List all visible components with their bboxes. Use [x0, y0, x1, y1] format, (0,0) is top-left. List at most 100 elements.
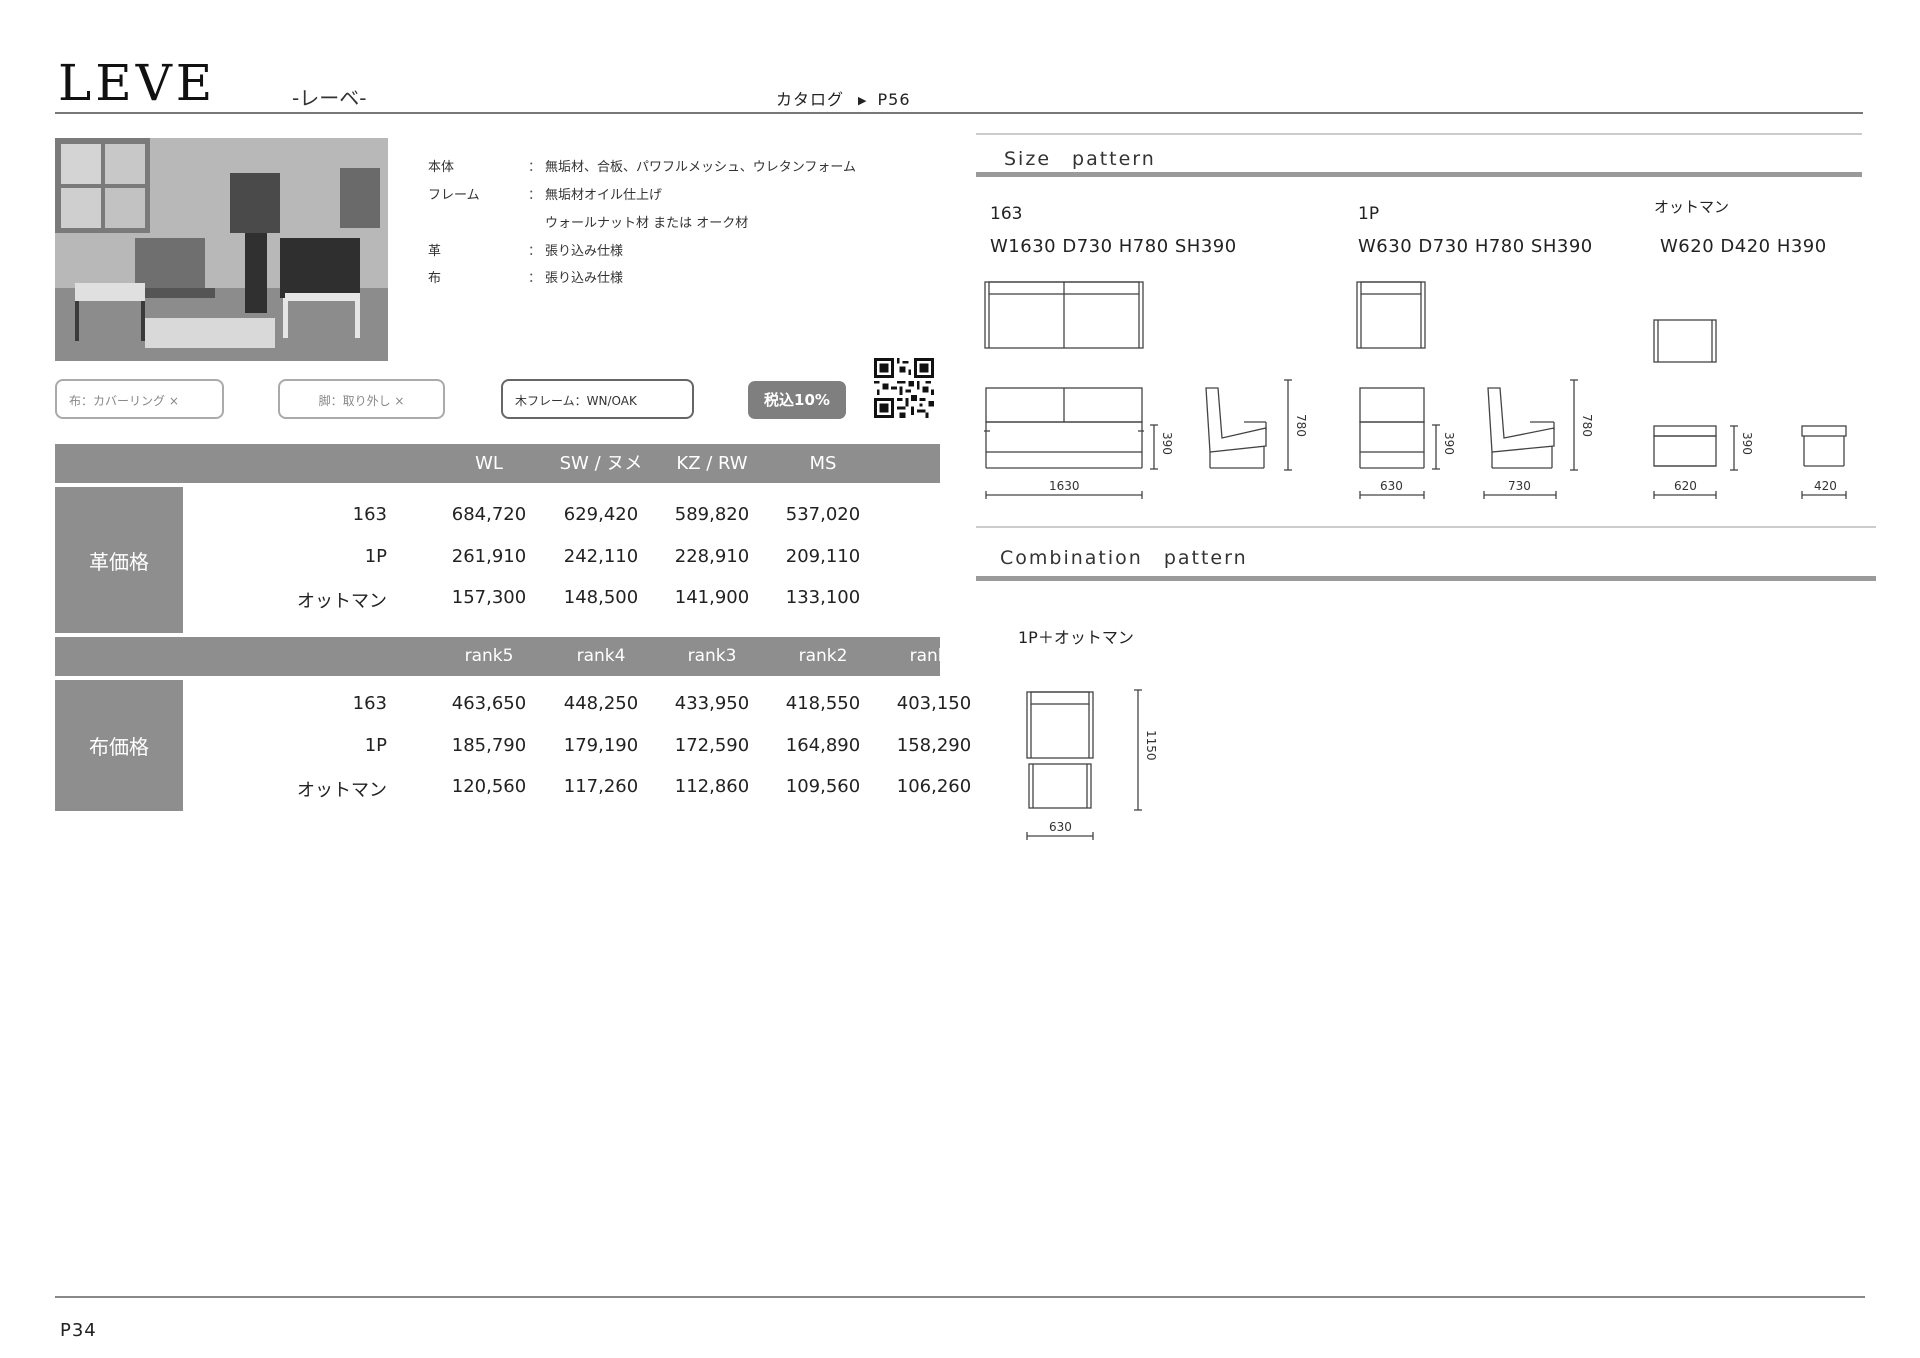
row-name: 1P — [364, 546, 387, 567]
dim-label: 1150 — [1144, 730, 1158, 761]
dim-label: 390 — [1442, 432, 1456, 455]
size-dims-ottoman: W620 D420 H390 — [1660, 236, 1827, 257]
price-cell: 261,910 — [451, 546, 527, 567]
table-row: 163 463,650 448,250 433,950 418,550 403,… — [55, 693, 972, 723]
price-cell: 629,420 — [563, 504, 639, 525]
spec-label-fabric: 布 — [428, 271, 442, 286]
dim-label: 730 — [1508, 479, 1531, 493]
chair-1p-plan-drawing — [1356, 281, 1426, 349]
size-name-1p: 1P — [1358, 204, 1380, 224]
tax-badge: 税込10% — [748, 381, 846, 419]
dimension-line — [1730, 425, 1738, 471]
dim-label: 780 — [1580, 414, 1594, 437]
qr-code-icon[interactable] — [874, 358, 934, 418]
price-cell: 120,560 — [451, 776, 527, 797]
price-cell: 537,020 — [785, 504, 861, 525]
header-divider — [55, 112, 1863, 114]
col-header: KZ / RW — [676, 453, 748, 474]
product-subtitle: -レーベ- — [292, 86, 367, 110]
col-header: rank1 — [909, 646, 959, 666]
col-header: MS — [809, 453, 837, 474]
price-cell: 141,900 — [674, 587, 750, 608]
dim-label: 620 — [1674, 479, 1697, 493]
dim-label: 390 — [1740, 432, 1754, 455]
sofa-163-plan-drawing — [984, 281, 1144, 349]
dim-label: 420 — [1814, 479, 1837, 493]
dim-label: 630 — [1049, 820, 1072, 834]
chair-1p-front-drawing — [1359, 387, 1425, 469]
catalog-label: カタログ — [776, 90, 845, 109]
price-cell: 433,950 — [674, 693, 750, 714]
combination-name: 1P＋オットマン — [1018, 628, 1134, 647]
table-row: オットマン 120,560 117,260 112,860 109,560 10… — [55, 776, 971, 806]
option-cover-badge: 布：カバーリング × — [55, 379, 224, 419]
price-cell: 164,890 — [785, 735, 861, 756]
price-cell: 179,190 — [563, 735, 639, 756]
chair-1p-side-drawing — [1487, 387, 1555, 469]
dimension-line — [1284, 379, 1292, 471]
catalog-page: P56 — [877, 90, 911, 109]
size-dims-1p: W630 D730 H780 SH390 — [1358, 236, 1593, 257]
row-name: 163 — [352, 693, 387, 714]
price-cell: 684,720 — [451, 504, 527, 525]
col-header: rank5 — [464, 646, 514, 666]
price-cell: 172,590 — [674, 735, 750, 756]
dim-label: 1630 — [1049, 479, 1080, 493]
col-header: SW / ヌメ — [559, 453, 643, 474]
price-cell: 157,300 — [451, 587, 527, 608]
col-header: rank3 — [687, 646, 737, 666]
spec-colon: ： — [528, 160, 542, 175]
spec-value-frame-wood: ウォールナット材 または オーク材 — [545, 216, 749, 231]
row-name: オットマン — [297, 780, 387, 801]
price-cell: 209,110 — [785, 546, 861, 567]
dimension-line — [1570, 379, 1578, 471]
dimension-line — [1150, 424, 1158, 470]
size-section-top-rule — [976, 133, 1862, 135]
price-cell: 589,820 — [674, 504, 750, 525]
spec-value-fabric: 張り込み仕様 — [545, 271, 624, 286]
ottoman-side-drawing — [1801, 425, 1847, 467]
table-row: 1P 185,790 179,190 172,590 164,890 158,2… — [55, 735, 972, 765]
spec-colon: ： — [528, 244, 542, 259]
ottoman-plan-drawing — [1653, 319, 1717, 363]
price-cell: 133,100 — [785, 587, 861, 608]
combination-section-rule — [976, 576, 1876, 581]
arrow-right-icon: ▶ — [858, 94, 868, 107]
dim-label: 390 — [1160, 432, 1174, 455]
price-cell: 185,790 — [451, 735, 527, 756]
fabric-table-header: rank5 rank4 rank3 rank2 rank1 — [55, 637, 958, 676]
spec-label-leather: 革 — [428, 244, 442, 259]
col-header: rank2 — [798, 646, 848, 666]
price-cell: 448,250 — [563, 693, 639, 714]
dim-label: 780 — [1294, 414, 1308, 437]
footer-divider — [55, 1296, 1865, 1298]
table-row: 1P 261,910 242,110 228,910 209,110 — [55, 546, 940, 576]
table-row: オットマン 157,300 148,500 141,900 133,100 — [55, 587, 940, 617]
price-cell: 112,860 — [674, 776, 750, 797]
size-name-ottoman: オットマン — [1654, 198, 1730, 216]
row-name: 163 — [352, 504, 387, 525]
price-cell: 463,650 — [451, 693, 527, 714]
dimension-line — [1134, 689, 1142, 811]
price-cell: 228,910 — [674, 546, 750, 567]
spec-colon: ： — [528, 271, 542, 286]
spec-value-body: 無垢材、合板、パワフルメッシュ、ウレタンフォーム — [545, 160, 856, 175]
sofa-163-side-drawing — [1205, 387, 1267, 469]
product-title: LEVE — [58, 54, 217, 112]
col-header: WL — [475, 453, 503, 474]
option-frame-badge: 木フレーム：WN/OAK — [501, 379, 694, 419]
page-number: P34 — [60, 1320, 97, 1341]
sofa-163-front-drawing — [984, 387, 1144, 469]
price-cell: 148,500 — [563, 587, 639, 608]
row-name: オットマン — [297, 591, 387, 612]
combination-plan-drawing — [1026, 691, 1094, 809]
spec-label-body: 本体 — [428, 160, 455, 175]
size-pattern-title: Size pattern — [1004, 148, 1156, 170]
product-photo — [55, 138, 388, 361]
option-leg-badge: 脚：取り外し × — [278, 379, 445, 419]
spec-value-frame: 無垢材オイル仕上げ — [545, 188, 663, 203]
size-dims-163: W1630 D730 H780 SH390 — [990, 236, 1237, 257]
size-section-rule — [976, 172, 1862, 177]
spec-value-leather: 張り込み仕様 — [545, 244, 624, 259]
col-header: rank4 — [576, 646, 626, 666]
